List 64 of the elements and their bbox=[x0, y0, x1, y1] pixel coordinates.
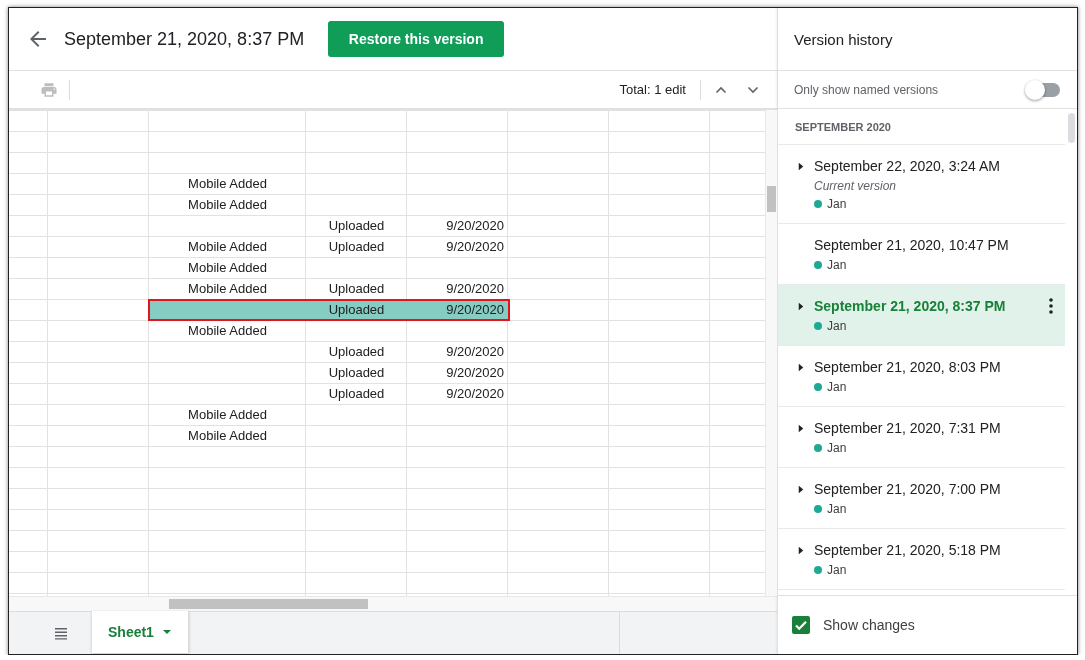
table-cell-text: Uploaded bbox=[327, 238, 386, 256]
table-cell-text: 9/20/2020 bbox=[445, 343, 505, 361]
table-cell-text: Mobile Added bbox=[187, 238, 268, 256]
table-cell-text: Uploaded bbox=[327, 217, 386, 235]
expand-icon[interactable] bbox=[798, 545, 804, 555]
editor-name: Jan bbox=[827, 380, 847, 394]
table-cell-text: Uploaded bbox=[327, 385, 386, 403]
version-date: September 21, 2020, 8:03 PM bbox=[814, 359, 1002, 375]
table-cell-text: Mobile Added bbox=[187, 427, 268, 445]
editor-name: Jan bbox=[827, 197, 847, 211]
expand-icon[interactable] bbox=[798, 362, 804, 372]
table-cell-text: 9/20/2020 bbox=[445, 238, 505, 256]
version-date: September 21, 2020, 10:47 PM bbox=[814, 237, 1010, 253]
table-cell-text: Uploaded bbox=[327, 343, 386, 361]
more-options-icon[interactable] bbox=[1049, 298, 1053, 314]
table-cell-text: Mobile Added bbox=[187, 196, 268, 214]
table-cell-text: Mobile Added bbox=[187, 175, 268, 193]
version-item[interactable]: September 21, 2020, 5:18 PM Jan bbox=[778, 529, 1065, 590]
table-cell-text: 9/20/2020 bbox=[445, 217, 505, 235]
editor-name: Jan bbox=[827, 502, 847, 516]
version-date: September 21, 2020, 7:00 PM bbox=[814, 481, 1002, 497]
editor-name: Jan bbox=[827, 563, 847, 577]
current-version-note: Current version bbox=[814, 179, 898, 193]
restore-button[interactable]: Restore this version bbox=[328, 21, 505, 57]
version-title: September 21, 2020, 8:37 PM bbox=[64, 28, 305, 50]
checkbox[interactable] bbox=[792, 616, 810, 634]
table-cell-text: 9/20/2020 bbox=[445, 280, 505, 298]
toggle-label: Only show named versions bbox=[794, 82, 940, 97]
dropdown-icon[interactable] bbox=[161, 627, 172, 637]
version-item[interactable]: September 21, 2020, 8:03 PM Jan bbox=[778, 346, 1065, 407]
table-cell-text: Mobile Added bbox=[187, 406, 268, 424]
sheet-tab[interactable]: Sheet1 bbox=[92, 611, 189, 653]
panel-title: Version history bbox=[794, 30, 893, 48]
version-item[interactable]: September 21, 2020, 7:00 PM Jan bbox=[778, 468, 1065, 529]
horizontal-scrollbar[interactable] bbox=[9, 596, 777, 611]
toggle-switch[interactable] bbox=[1025, 79, 1061, 100]
version-date: September 21, 2020, 5:18 PM bbox=[814, 542, 1002, 558]
version-date: September 21, 2020, 7:31 PM bbox=[814, 420, 1002, 436]
version-item[interactable]: September 21, 2020, 8:37 PM Jan bbox=[778, 285, 1065, 346]
expand-icon[interactable] bbox=[798, 301, 804, 311]
expand-icon[interactable] bbox=[798, 423, 804, 433]
table-cell-text: Uploaded bbox=[327, 364, 386, 382]
version-date: September 22, 2020, 3:24 AM bbox=[814, 158, 1001, 174]
vertical-scrollbar[interactable] bbox=[765, 110, 777, 596]
expand-icon[interactable] bbox=[798, 161, 804, 171]
version-item[interactable]: September 22, 2020, 3:24 AM Current version Jan bbox=[778, 145, 1065, 224]
editor-name: Jan bbox=[827, 319, 847, 333]
table-cell-text: Mobile Added bbox=[187, 259, 268, 277]
section-heading: SEPTEMBER 2020 bbox=[795, 121, 891, 133]
sheet-list-icon[interactable] bbox=[53, 625, 69, 641]
table-cell-text: 9/20/2020 bbox=[445, 385, 505, 403]
table-cell-text: 9/20/2020 bbox=[445, 364, 505, 382]
expand-icon[interactable] bbox=[798, 484, 804, 494]
edit-count: Total: 1 edit bbox=[619, 82, 686, 97]
editor-name: Jan bbox=[827, 441, 847, 455]
table-cell-text: Uploaded bbox=[327, 301, 386, 319]
checkbox-label: Show changes bbox=[823, 617, 915, 633]
version-date: September 21, 2020, 8:37 PM bbox=[814, 298, 1007, 314]
version-item[interactable]: September 21, 2020, 7:31 PM Jan bbox=[778, 407, 1065, 468]
table-cell-text: 9/20/2020 bbox=[445, 301, 505, 319]
table-cell-text: Mobile Added bbox=[187, 280, 268, 298]
table-cell-text: Uploaded bbox=[327, 280, 386, 298]
table-cell-text: Mobile Added bbox=[187, 322, 268, 340]
editor-name: Jan bbox=[827, 258, 847, 272]
